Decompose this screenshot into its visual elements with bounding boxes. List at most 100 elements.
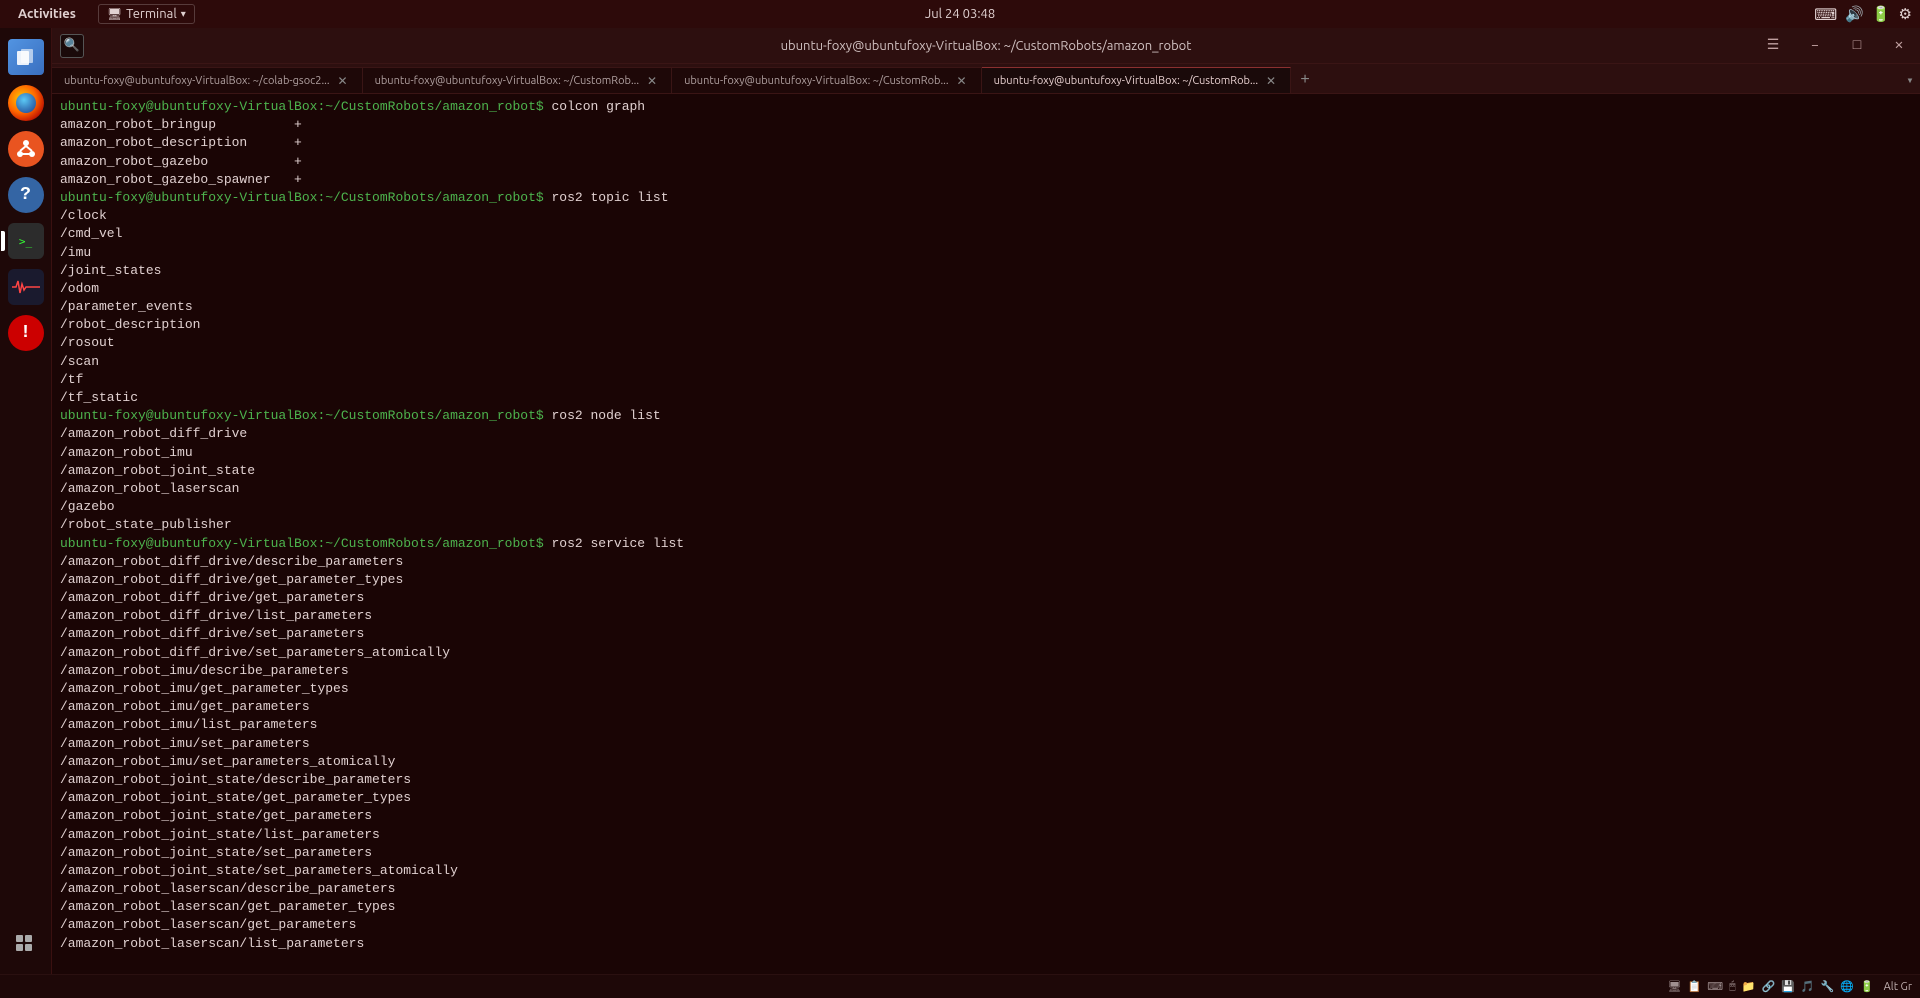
status-bar: 🖥 📋 ⌨ 🖱 📁 🔗 💾 🎵 🔧 🌐 🔋 Alt Gr — [0, 974, 1920, 998]
tab-0[interactable]: ubuntu-foxy@ubuntufoxy-VirtualBox: ~/col… — [52, 67, 363, 93]
status-icon-1[interactable]: 🖥 — [1668, 980, 1682, 993]
help-icon: ? — [8, 177, 44, 213]
output-22: /gazebo — [60, 498, 1912, 516]
output-40: /amazon_robot_joint_state/list_parameter… — [60, 826, 1912, 844]
status-icon-10[interactable]: 🌐 — [1840, 980, 1854, 993]
terminal-titlebar: 🔍 ubuntu-foxy@ubuntufoxy-VirtualBox: ~/C… — [52, 28, 1920, 64]
prompt-24: ubuntu-foxy@ubuntufoxy-VirtualBox:~/Cust… — [60, 536, 551, 551]
cmd-24: ros2 service list — [551, 536, 684, 551]
sidebar-item-firefox[interactable] — [5, 82, 47, 124]
sidebar-item-files[interactable] — [5, 36, 47, 78]
sidebar-item-alert[interactable]: ! — [5, 312, 47, 354]
terminal-line-0: ubuntu-foxy@ubuntufoxy-VirtualBox:~/Cust… — [60, 98, 1912, 116]
tab-2-label: ubuntu-foxy@ubuntufoxy-VirtualBox: ~/Cus… — [684, 75, 949, 87]
terminal-area: 🔍 ubuntu-foxy@ubuntufoxy-VirtualBox: ~/C… — [52, 28, 1920, 974]
tab-0-label: ubuntu-foxy@ubuntufoxy-VirtualBox: ~/col… — [64, 75, 330, 87]
sidebar-item-monitor[interactable] — [5, 266, 47, 308]
tab-1-close[interactable]: ✕ — [645, 74, 659, 88]
output-13: /rosout — [60, 334, 1912, 352]
keyboard-icon[interactable]: ⌨ — [1814, 5, 1837, 24]
output-32: /amazon_robot_imu/get_parameter_types — [60, 680, 1912, 698]
tabs-scroll-button[interactable]: ▾ — [1900, 67, 1920, 93]
system-menu-icon[interactable]: ⚙ — [1899, 5, 1912, 23]
terminal-line-5: ubuntu-foxy@ubuntufoxy-VirtualBox:~/Cust… — [60, 189, 1912, 207]
output-38: /amazon_robot_joint_state/get_parameter_… — [60, 789, 1912, 807]
new-tab-button[interactable]: + — [1291, 67, 1319, 93]
output-43: /amazon_robot_laserscan/describe_paramet… — [60, 880, 1912, 898]
status-icon-6[interactable]: 🔗 — [1761, 980, 1775, 993]
output-19: /amazon_robot_imu — [60, 444, 1912, 462]
output-41: /amazon_robot_joint_state/set_parameters — [60, 844, 1912, 862]
terminal-line-17: ubuntu-foxy@ubuntufoxy-VirtualBox:~/Cust… — [60, 407, 1912, 425]
status-icon-2[interactable]: 📋 — [1688, 980, 1702, 993]
tab-1[interactable]: ubuntu-foxy@ubuntufoxy-VirtualBox: ~/Cus… — [363, 67, 673, 93]
prompt-5: ubuntu-foxy@ubuntufoxy-VirtualBox:~/Cust… — [60, 190, 551, 205]
status-icon-11[interactable]: 🔋 — [1860, 980, 1874, 993]
output-21: /amazon_robot_laserscan — [60, 480, 1912, 498]
output-6: /clock — [60, 207, 1912, 225]
app-grid-icon — [8, 927, 44, 963]
terminal-menu-label: Terminal — [126, 7, 177, 21]
main-layout: ? >_ ! — [0, 28, 1920, 974]
output-27: /amazon_robot_diff_drive/get_parameters — [60, 589, 1912, 607]
volume-icon[interactable]: 🔊 — [1845, 5, 1864, 23]
sidebar-item-ubuntu-software[interactable] — [5, 128, 47, 170]
hamburger-menu-button[interactable]: ☰ — [1752, 28, 1794, 64]
sidebar-item-help[interactable]: ? — [5, 174, 47, 216]
output-18: /amazon_robot_diff_drive — [60, 425, 1912, 443]
tabs-bar: ubuntu-foxy@ubuntufoxy-VirtualBox: ~/col… — [52, 64, 1920, 94]
output-15: /tf — [60, 371, 1912, 389]
prompt-17: ubuntu-foxy@ubuntufoxy-VirtualBox:~/Cust… — [60, 408, 551, 423]
alt-gr-label: Alt Gr — [1884, 981, 1912, 993]
files-icon — [8, 39, 44, 75]
status-icon-4[interactable]: 🖱 — [1729, 980, 1736, 993]
output-44: /amazon_robot_laserscan/get_parameter_ty… — [60, 898, 1912, 916]
status-icon-5[interactable]: 📁 — [1742, 980, 1756, 993]
menu-bar: Activities 🖥 Terminal ▾ Jul 24 03:48 ⌨ 🔊… — [0, 0, 1920, 28]
tab-3-close[interactable]: ✕ — [1264, 74, 1278, 88]
tab-0-close[interactable]: ✕ — [336, 74, 350, 88]
cmd-17: ros2 node list — [551, 408, 660, 423]
output-34: /amazon_robot_imu/list_parameters — [60, 716, 1912, 734]
output-3: amazon_robot_gazebo + — [60, 153, 1912, 171]
tab-2[interactable]: ubuntu-foxy@ubuntufoxy-VirtualBox: ~/Cus… — [672, 67, 982, 93]
terminal-icon: >_ — [8, 223, 44, 259]
status-icon-7[interactable]: 💾 — [1781, 980, 1795, 993]
cmd-5: ros2 topic list — [551, 190, 668, 205]
output-35: /amazon_robot_imu/set_parameters — [60, 735, 1912, 753]
sidebar-item-terminal[interactable]: >_ — [5, 220, 47, 262]
tab-2-close[interactable]: ✕ — [955, 74, 969, 88]
terminal-content[interactable]: ubuntu-foxy@ubuntufoxy-VirtualBox:~/Cust… — [52, 94, 1920, 974]
minimize-button[interactable]: – — [1794, 28, 1836, 64]
output-29: /amazon_robot_diff_drive/set_parameters — [60, 625, 1912, 643]
datetime-display: Jul 24 03:48 — [925, 7, 995, 21]
output-30: /amazon_robot_diff_drive/set_parameters_… — [60, 644, 1912, 662]
status-icon-8[interactable]: 🎵 — [1801, 980, 1815, 993]
sidebar: ? >_ ! — [0, 28, 52, 974]
sidebar-item-app-grid[interactable] — [5, 924, 47, 966]
output-12: /robot_description — [60, 316, 1912, 334]
output-16: /tf_static — [60, 389, 1912, 407]
status-icons: 🖥 📋 ⌨ 🖱 📁 🔗 💾 🎵 🔧 🌐 🔋 Alt Gr — [1668, 980, 1912, 993]
output-36: /amazon_robot_imu/set_parameters_atomica… — [60, 753, 1912, 771]
output-9: /joint_states — [60, 262, 1912, 280]
output-7: /cmd_vel — [60, 225, 1912, 243]
battery-icon[interactable]: 🔋 — [1872, 5, 1891, 23]
maximize-button[interactable]: □ — [1836, 28, 1878, 64]
output-2: amazon_robot_description + — [60, 134, 1912, 152]
status-icon-3[interactable]: ⌨ — [1707, 980, 1723, 993]
activities-button[interactable]: Activities — [8, 5, 86, 23]
output-33: /amazon_robot_imu/get_parameters — [60, 698, 1912, 716]
terminal-menu-arrow: ▾ — [181, 8, 186, 20]
search-button[interactable]: 🔍 — [60, 34, 84, 58]
alert-icon: ! — [8, 315, 44, 351]
output-37: /amazon_robot_joint_state/describe_param… — [60, 771, 1912, 789]
window-controls: ☰ – □ ✕ — [1752, 28, 1920, 63]
tab-3[interactable]: ubuntu-foxy@ubuntufoxy-VirtualBox: ~/Cus… — [982, 67, 1292, 93]
close-button[interactable]: ✕ — [1878, 28, 1920, 64]
search-area: 🔍 — [52, 34, 92, 58]
terminal-menu-button[interactable]: 🖥 Terminal ▾ — [98, 4, 195, 24]
output-31: /amazon_robot_imu/describe_parameters — [60, 662, 1912, 680]
status-icon-9[interactable]: 🔧 — [1821, 980, 1835, 993]
output-1: amazon_robot_bringup + — [60, 116, 1912, 134]
